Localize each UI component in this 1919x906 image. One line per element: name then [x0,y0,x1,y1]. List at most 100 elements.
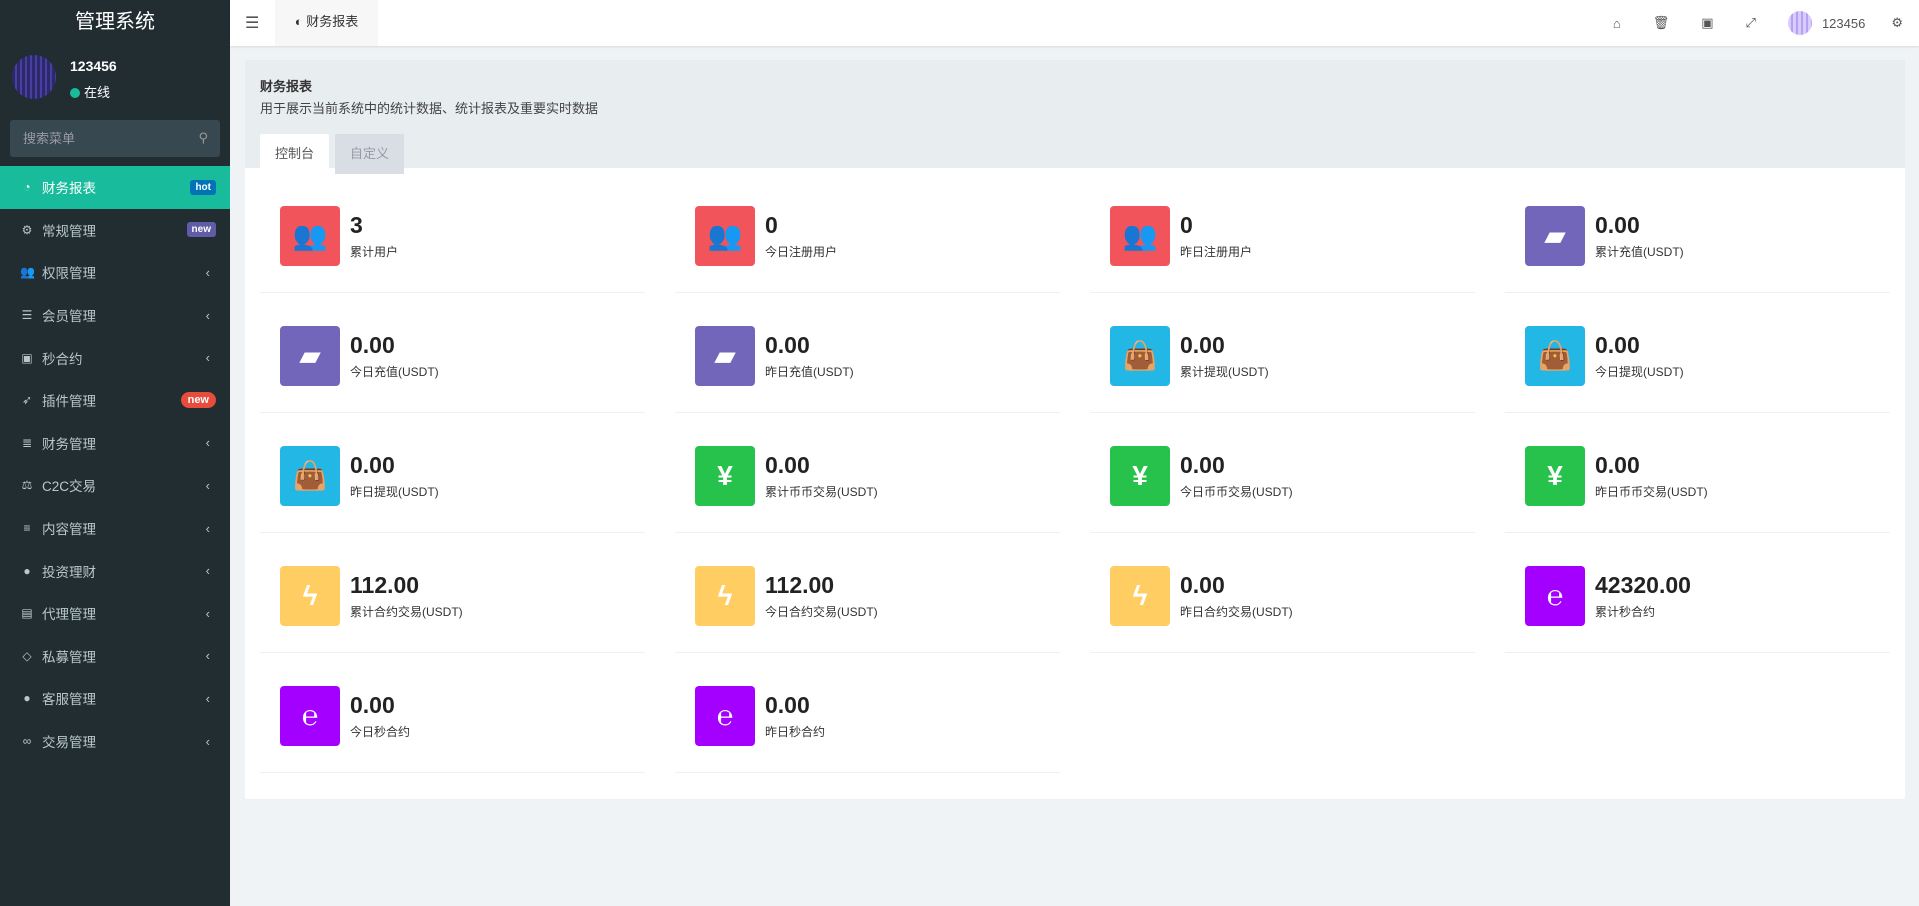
menu-search-input[interactable] [10,120,220,157]
chevron-left-icon: ‹ [205,648,210,664]
sidebar: 管理系统 123456 在线 ⚲ ◔财务报表hot⚙常规管理new 👥 权限管理 ‹ ☰… [0,0,230,906]
stat-card: 👜 0.00 今日提现(USDT) [1505,303,1890,413]
stat-label: 累计用户 [350,244,399,259]
stat-label: 累计合约交易(USDT) [350,604,463,619]
compass-icon: ● [23,563,31,578]
stat-card: ¥ 0.00 昨日币币交易(USDT) [1505,423,1890,533]
stat-label: 昨日充值(USDT) [765,364,854,379]
stat-card: ϟ 112.00 今日合约交易(USDT) [675,543,1060,653]
rocket-icon: ➶ [21,393,33,408]
stat-card: ϟ 112.00 累计合约交易(USDT) [260,543,645,653]
sidebar-item-label: 会员管理 [42,309,96,325]
stat-value: 112.00 [765,571,835,598]
sidebar-item-1[interactable]: ⚙ 常规管理 new [0,209,230,252]
shopping-bag-icon: 👜 [1525,325,1585,386]
stat-value: 3 [350,211,363,238]
dashboard-icon: ◔ [23,180,31,195]
stat-label: 今日注册用户 [765,244,838,259]
stat-card: 👥 0 昨日注册用户 [1090,183,1475,293]
sidebar-item-9[interactable]: ● 投资理财 ‹ [0,549,230,592]
tab-console[interactable]: 控制台 [260,134,329,174]
stat-card: ℮ 0.00 昨日秒合约 [675,663,1060,773]
comment-icon: ● [23,691,31,706]
bolt-icon: ϟ [280,565,340,626]
stat-value: 0.00 [1595,211,1640,238]
avatar [12,55,56,99]
sidebar-item-3[interactable]: ☰ 会员管理 ‹ [0,294,230,337]
stats-grid: 👥 3 累计用户 👥 0 今日注册用户 👥 0 昨日注册用户 ▰ 0.00 累计充值(… [245,168,1905,783]
stat-label: 累计秒合约 [1595,604,1656,619]
sidebar-item-2[interactable]: 👥 权限管理 ‹ [0,251,230,294]
sidebar-item-label: 客服管理 [42,692,96,708]
bolt-icon: ϟ [1110,565,1170,626]
stat-value: 0.00 [765,691,810,718]
ethereum-icon: ℮ [695,685,755,746]
translate-icon[interactable]: ▣ [1701,15,1713,31]
stat-label: 昨日币币交易(USDT) [1595,484,1708,499]
stat-label: 累计充值(USDT) [1595,244,1684,259]
stat-label: 累计提现(USDT) [1180,364,1269,379]
stat-label: 昨日秒合约 [765,724,826,739]
menu-search: ⚲ [10,120,220,157]
stat-value: 0.00 [350,451,395,478]
stat-card: ▰ 0.00 昨日充值(USDT) [675,303,1060,413]
tab-label: 财务报表 [306,14,359,29]
status-text: 在线 [84,85,111,100]
sidebar-item-label: 秒合约 [42,351,83,367]
search-icon[interactable]: ⚲ [198,130,208,146]
database-icon: ≣ [21,435,33,450]
chevron-left-icon: ‹ [205,477,210,493]
user-panel: 123456 在线 [0,46,230,120]
chevron-left-icon: ‹ [205,690,210,706]
chevron-left-icon: ‹ [205,520,210,536]
yen-icon: ¥ [695,445,755,506]
stat-label: 今日充值(USDT) [350,364,439,379]
sidebar-item-label: 代理管理 [42,607,96,623]
user-menu[interactable]: 123456 [1787,11,1866,35]
list-icon: ☰ [21,308,33,323]
sidebar-item-label: 私募管理 [42,649,96,665]
shopping-bag-icon: 👜 [1110,325,1170,386]
sidebar-item-12[interactable]: ● 客服管理 ‹ [0,677,230,720]
briefcase-icon: ▤ [21,606,33,621]
sidebar-menu: ◔ 财务报表 hot ⚙ 常规管理 new 👥 权限管理 ‹ ☰ 会员管理 ‹ ▣ 秒合约 ‹ ➶ 插件管理 ne… [0,166,230,762]
sidebar-item-13[interactable]: ∞ 交易管理 ‹ [0,720,230,763]
user-avatar [1787,11,1812,35]
tab-finance-report[interactable]: ◐ 财务报表 [275,0,378,46]
sidebar-item-0[interactable]: ◔ 财务报表 hot [0,166,230,209]
sidebar-item-5[interactable]: ➶ 插件管理 new [0,379,230,422]
menu-toggle-icon[interactable]: ☰ [245,13,259,33]
stat-card: 👥 0 今日注册用户 [675,183,1060,293]
tab-custom[interactable]: 自定义 [335,134,404,174]
sidebar-item-11[interactable]: ◇ 私募管理 ‹ [0,635,230,678]
sidebar-item-10[interactable]: ▤ 代理管理 ‹ [0,592,230,635]
stat-label: 今日提现(USDT) [1595,364,1684,379]
stat-value: 42320.00 [1595,571,1691,598]
users-icon: 👥 [280,205,340,266]
sidebar-item-label: 内容管理 [42,522,96,538]
dashboard-icon: ◐ [294,14,303,29]
stat-card: 👜 0.00 昨日提现(USDT) [260,423,645,533]
sidebar-item-7[interactable]: ⚖ C2C交易 ‹ [0,464,230,507]
topbar-username: 123456 [1821,15,1866,31]
settings-cogs-icon[interactable]: ⚙ [1891,15,1903,31]
user-name: 123456 [70,58,117,74]
stat-value: 0.00 [1180,571,1225,598]
sidebar-item-8[interactable]: ≡ 内容管理 ‹ [0,507,230,550]
app-title: 管理系统 [75,11,155,33]
fullscreen-icon[interactable]: ⤢ [1746,15,1756,31]
chevron-left-icon: ‹ [205,733,210,749]
sidebar-item-4[interactable]: ▣ 秒合约 ‹ [0,336,230,379]
trash-icon[interactable]: 🗑 [1653,15,1670,31]
sidebar-item-6[interactable]: ≣ 财务管理 ‹ [0,422,230,465]
chevron-left-icon: ‹ [205,350,210,366]
group-icon: 👥 [20,265,35,280]
shopping-bag-icon: 👜 [280,445,340,506]
stat-value: 0.00 [350,331,395,358]
bolt-icon: ϟ [695,565,755,626]
stat-value: 0.00 [765,331,810,358]
home-icon[interactable]: ⌂ [1613,16,1621,31]
sidebar-item-label: 权限管理 [42,266,96,282]
align-left-icon: ≡ [23,521,31,536]
stat-label: 累计币币交易(USDT) [765,484,878,499]
